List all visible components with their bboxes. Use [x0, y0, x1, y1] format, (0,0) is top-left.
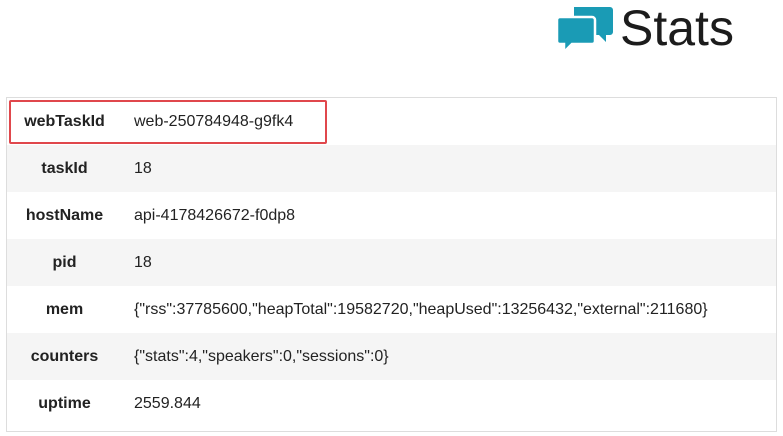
- row-key-webtaskid: webTaskId: [24, 112, 105, 130]
- row-value-pid: 18: [122, 239, 776, 286]
- row-value-taskid: 18: [122, 145, 776, 192]
- row-value-mem: {"rss":37785600,"heapTotal":19582720,"he…: [134, 300, 708, 318]
- table-row: mem {"rss":37785600,"heapTotal":19582720…: [7, 286, 776, 333]
- table-row: counters {"stats":4,"speakers":0,"sessio…: [7, 333, 776, 380]
- row-value-hostname: api-4178426672-f0dp8: [134, 206, 296, 224]
- table-row: hostName api-4178426672-f0dp8: [7, 192, 776, 239]
- row-key-mem: mem: [45, 300, 84, 318]
- row-key-taskid: taskId: [7, 145, 122, 192]
- row-value-uptime: 2559.844: [134, 394, 201, 412]
- table-row: uptime 2559.844: [7, 380, 776, 427]
- table-row: webTaskId web-250784948-g9fk4: [7, 98, 776, 145]
- stats-table: webTaskId web-250784948-g9fk4 taskId 18 …: [6, 97, 777, 432]
- row-key-hostname: hostName: [25, 206, 104, 224]
- page-header: Stats: [556, 0, 734, 60]
- row-value-webtaskid: web-250784948-g9fk4: [134, 112, 294, 130]
- row-key-uptime: uptime: [38, 394, 91, 412]
- row-value-counters: {"stats":4,"speakers":0,"sessions":0}: [122, 333, 776, 380]
- table-row: pid 18: [7, 239, 776, 286]
- row-key-pid: pid: [7, 239, 122, 286]
- row-key-counters: counters: [7, 333, 122, 380]
- table-row: taskId 18: [7, 145, 776, 192]
- chat-bubbles-icon: [556, 7, 613, 56]
- page-title: Stats: [620, 0, 734, 56]
